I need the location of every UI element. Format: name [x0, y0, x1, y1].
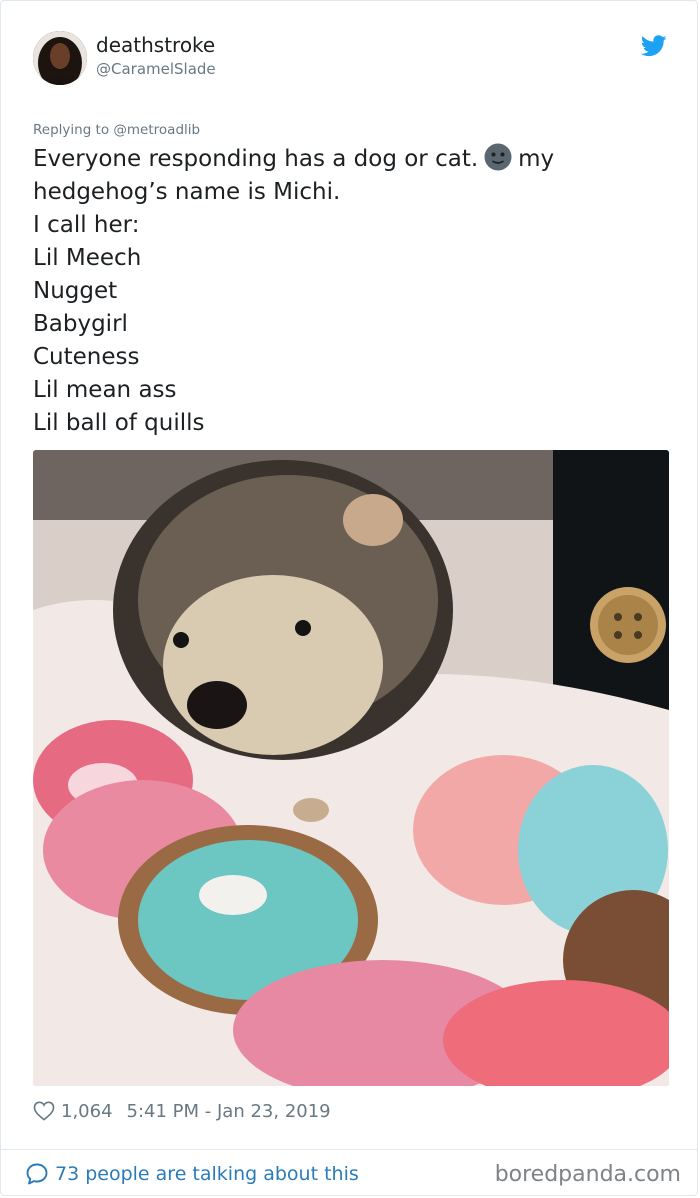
avatar[interactable]	[33, 31, 87, 85]
talking-label: 73 people are talking about this	[55, 1163, 359, 1185]
tweet-meta: 1,064 5:41 PM - Jan 23, 2019	[33, 1098, 331, 1124]
timestamp[interactable]: 5:41 PM - Jan 23, 2019	[127, 1101, 331, 1122]
tweet-text: Everyone responding has a dog or cat. my …	[33, 143, 653, 440]
hedgehog-photo	[33, 450, 669, 1086]
author-handle[interactable]: @CaramelSlade	[96, 60, 216, 78]
like-count[interactable]: 1,064	[61, 1101, 113, 1122]
tweet-footer: 73 people are talking about this boredpa…	[25, 1159, 681, 1189]
reply-to-handle[interactable]: @metroadlib	[113, 122, 200, 138]
tweet-text-part-1: Everyone responding has a dog or cat.	[33, 146, 479, 172]
watermark: boredpanda.com	[494, 1161, 681, 1187]
footer-divider	[1, 1149, 697, 1150]
author-display-name[interactable]: deathstroke	[96, 33, 215, 57]
tweet-photo[interactable]	[33, 450, 669, 1086]
reply-context: Replying to @metroadlib	[33, 122, 200, 138]
speech-bubble-icon	[26, 1163, 48, 1185]
tweet-text-part-2: my hedgehog’s name is Michi. I call her:…	[33, 146, 555, 436]
heart-outline-icon[interactable]	[33, 1101, 55, 1121]
twitter-bird-icon[interactable]	[641, 35, 667, 57]
talking-about-link[interactable]: 73 people are talking about this	[25, 1162, 359, 1186]
neutral-face-emoji-icon	[484, 143, 512, 171]
tweet-card: deathstroke @CaramelSlade Replying to @m…	[0, 0, 698, 1196]
reply-prefix: Replying to	[33, 122, 114, 138]
tweet-header: deathstroke @CaramelSlade	[33, 31, 667, 91]
